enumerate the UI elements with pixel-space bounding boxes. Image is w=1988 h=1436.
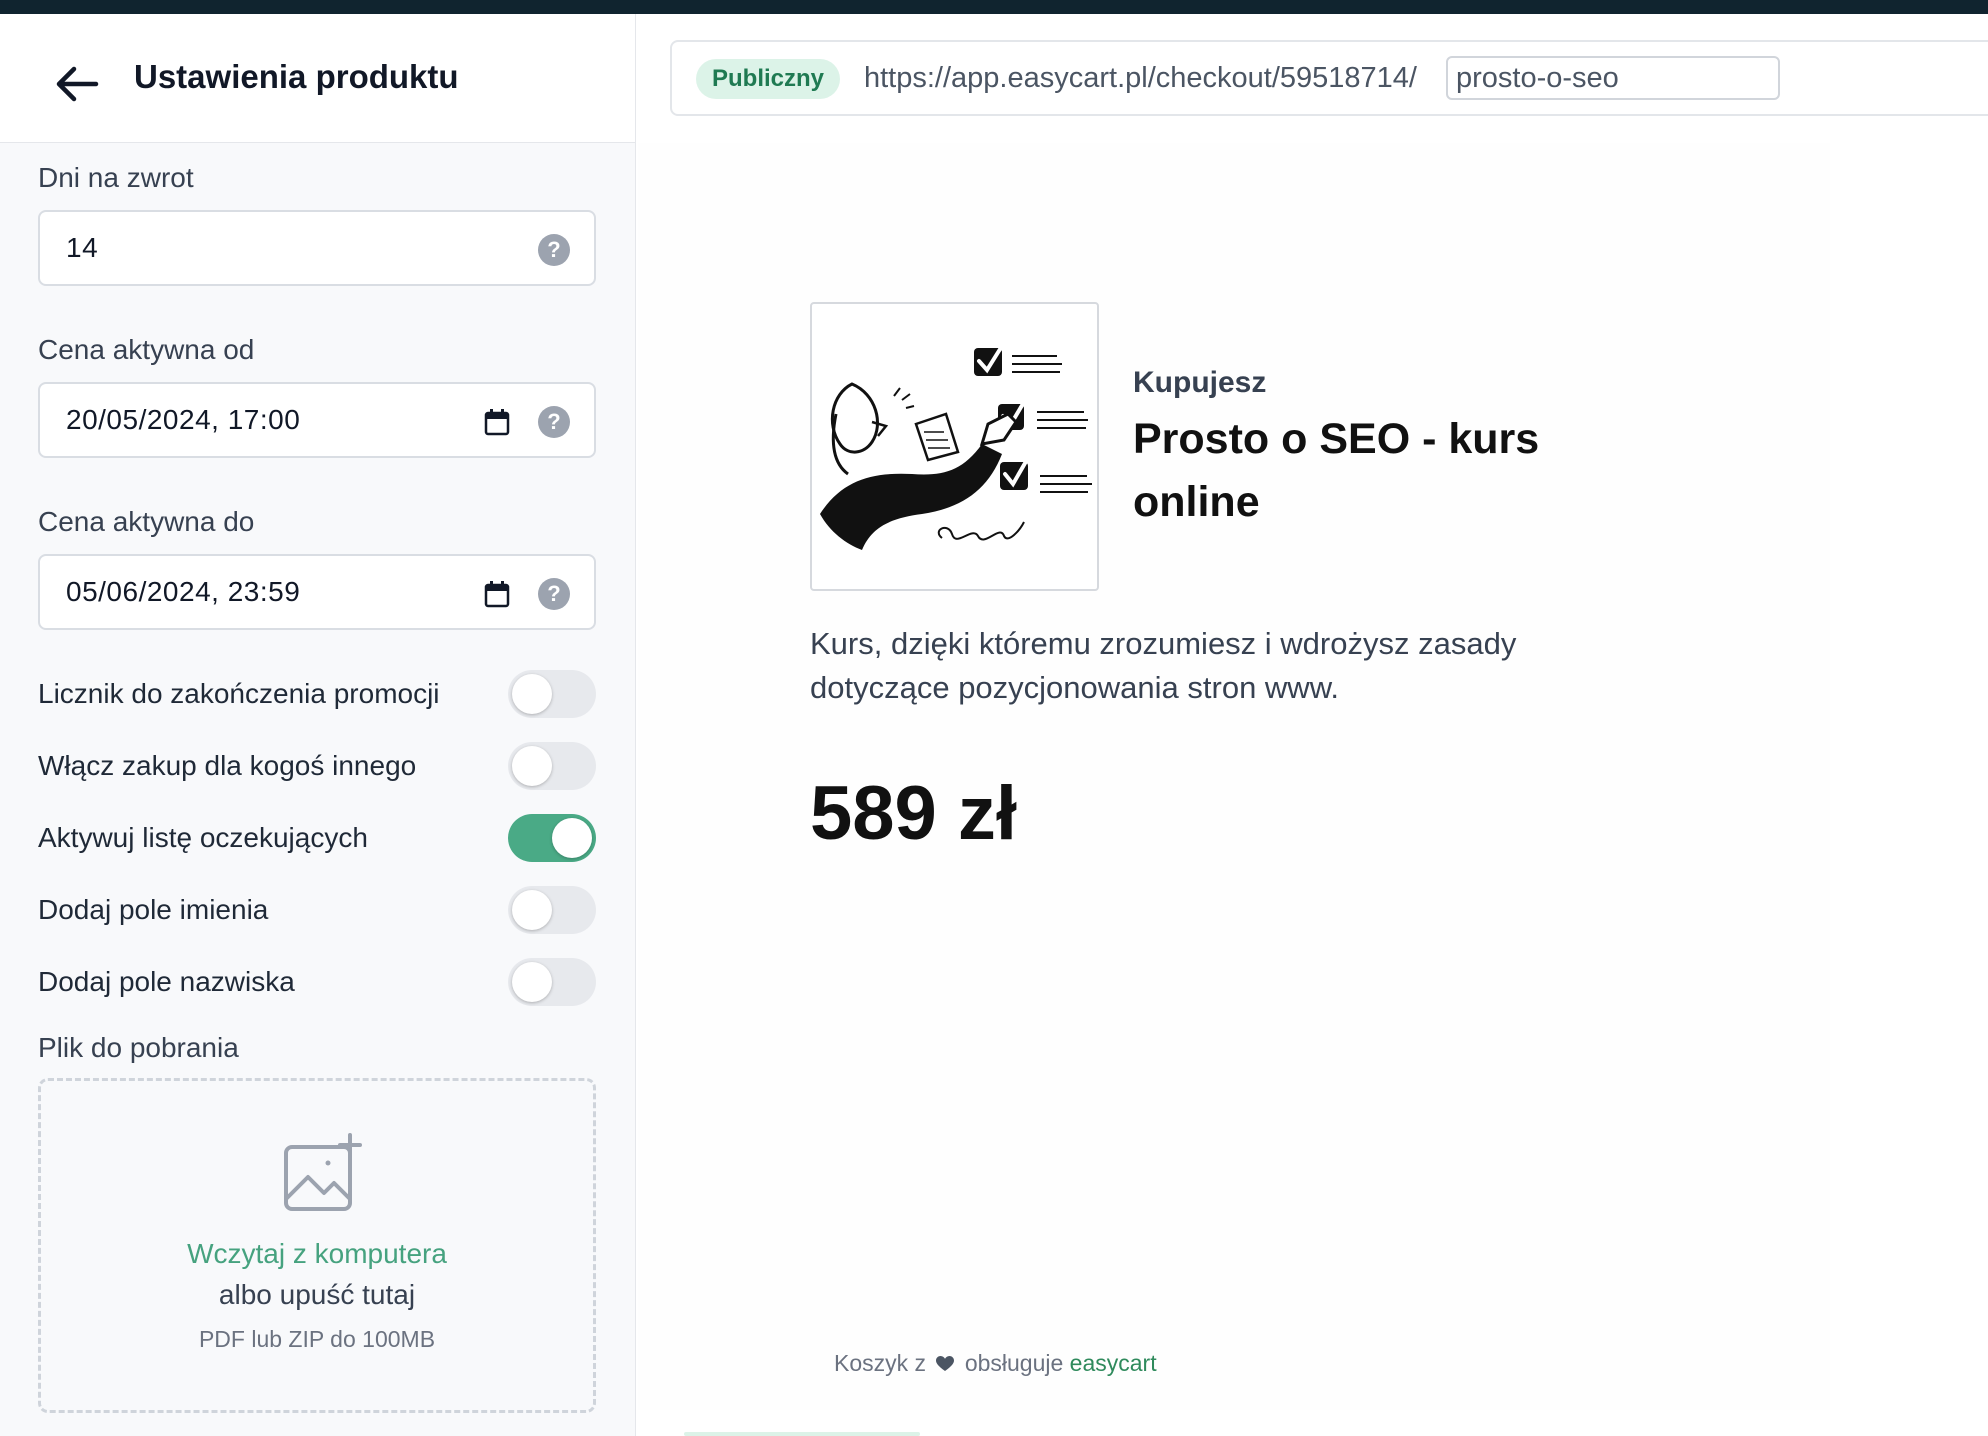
price-to-value: 05/06/2024, 23:59 — [66, 576, 301, 607]
price-from-field[interactable]: 20/05/2024, 17:00 ? — [38, 382, 596, 458]
bottom-tab-indicator — [684, 1432, 920, 1436]
top-bar — [0, 0, 1988, 14]
return-days-value: 14 — [66, 232, 99, 263]
question-circle-icon[interactable]: ? — [538, 406, 570, 438]
toggle-knob — [552, 818, 592, 858]
product-price: 589 zł — [810, 771, 1018, 856]
footer-text-before: Koszyk z — [834, 1350, 927, 1376]
price-to-field[interactable]: 05/06/2024, 23:59 ? — [38, 554, 596, 630]
toggle-gift-purchase[interactable] — [508, 742, 596, 790]
return-days-field[interactable]: 14 ? — [38, 210, 596, 286]
calendar-icon[interactable] — [484, 408, 510, 436]
status-badge: Publiczny — [696, 59, 841, 99]
calendar-icon[interactable] — [484, 580, 510, 608]
toggle-first-name[interactable] — [508, 886, 596, 934]
toggle-label-last-name: Dodaj pole nazwiska — [38, 966, 295, 997]
toggle-knob — [512, 746, 552, 786]
download-file-label: Plik do pobrania — [38, 1032, 239, 1063]
checkout-kicker: Kupujesz — [1133, 366, 1267, 399]
file-type-hint: PDF lub ZIP do 100MB — [198, 1326, 436, 1352]
page-title: Ustawienia produktu — [134, 58, 459, 95]
file-dropzone[interactable]: Wczytaj z komputera albo upuść tutaj PDF… — [38, 1078, 596, 1413]
product-illustration — [820, 344, 1092, 550]
toggle-label-gift-purchase: Włącz zakup dla kogoś innego — [38, 750, 417, 781]
preview-margin — [1830, 143, 1988, 1436]
toggle-knob — [512, 890, 552, 930]
heart-icon — [936, 1356, 955, 1371]
product-title: Prosto o SEO - kurs online — [1133, 415, 1540, 526]
toggle-label-first-name: Dodaj pole imienia — [38, 894, 269, 925]
arrow-left-icon[interactable] — [52, 59, 102, 109]
powered-by-footer: Koszyk z obsługuje easycart — [834, 1350, 1157, 1377]
toggle-label-waitlist: Aktywuj listę oczekujących — [38, 822, 368, 853]
easycart-brand-link[interactable]: easycart — [1070, 1350, 1157, 1376]
toggle-waitlist[interactable] — [508, 814, 596, 862]
toggle-last-name[interactable] — [508, 958, 596, 1006]
checkout-url-bar: Publiczny https://app.easycart.pl/checko… — [670, 40, 1988, 116]
drop-here-text: albo upuść tutaj — [218, 1279, 416, 1310]
toggle-label-countdown: Licznik do zakończenia promocji — [38, 678, 440, 709]
toggle-knob — [512, 962, 552, 1002]
return-days-label: Dni na zwrot — [38, 162, 194, 193]
price-from-label: Cena aktywna od — [38, 334, 255, 365]
product-image — [810, 302, 1099, 591]
price-from-value: 20/05/2024, 17:00 — [66, 404, 301, 435]
toggle-countdown[interactable] — [508, 670, 596, 718]
image-plus-icon — [284, 1133, 362, 1211]
settings-header: Ustawienia produktu — [0, 14, 636, 143]
question-circle-icon[interactable]: ? — [538, 234, 570, 266]
upload-from-computer-link[interactable]: Wczytaj z komputera — [41, 1238, 593, 1270]
price-to-label: Cena aktywna do — [38, 506, 255, 537]
footer-text-after: obsługuje — [964, 1350, 1064, 1376]
toggle-knob — [512, 674, 552, 714]
product-description: Kurs, dzięki któremu zrozumiesz i wdroży… — [810, 626, 1517, 705]
checkout-url-prefix: https://app.easycart.pl/checkout/5951871… — [864, 62, 1417, 94]
question-circle-icon[interactable]: ? — [538, 578, 570, 610]
slug-input[interactable] — [1446, 56, 1780, 100]
